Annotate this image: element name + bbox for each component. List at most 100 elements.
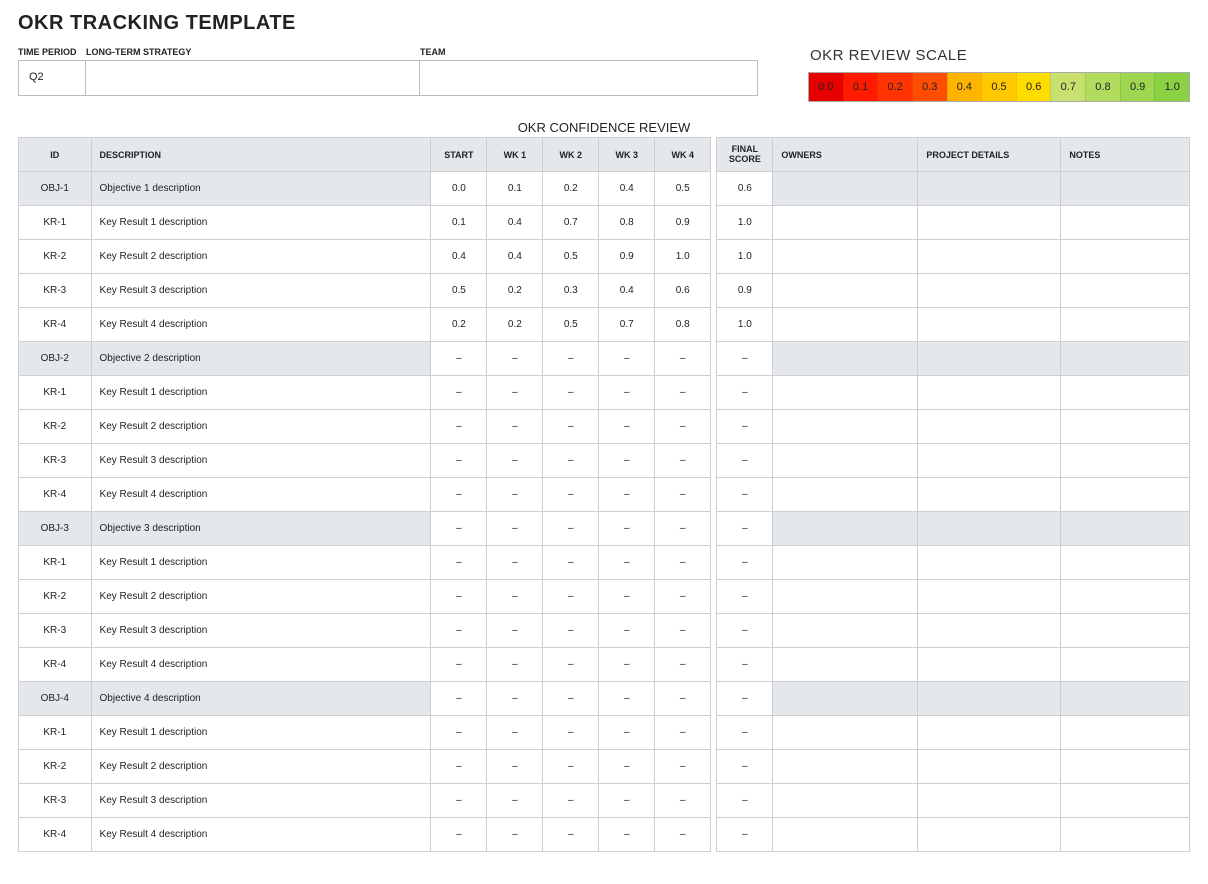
cell-score[interactable]: – [431,648,487,682]
cell-score[interactable]: – [431,784,487,818]
cell-score[interactable]: – [543,342,599,376]
cell-final-score[interactable]: – [717,546,773,580]
cell-id[interactable]: KR-2 [19,410,92,444]
cell-owners[interactable] [773,512,918,546]
cell-notes[interactable] [1061,274,1190,308]
cell-owners[interactable] [773,206,918,240]
cell-score[interactable]: 0.3 [543,274,599,308]
cell-score[interactable]: 0.7 [599,308,655,342]
cell-score[interactable]: – [655,546,711,580]
cell-score[interactable]: – [543,512,599,546]
cell-score[interactable]: – [599,716,655,750]
cell-project[interactable] [918,614,1061,648]
cell-id[interactable]: OBJ-2 [19,342,92,376]
cell-final-score[interactable]: 1.0 [717,308,773,342]
cell-score[interactable]: – [487,614,543,648]
cell-score[interactable]: – [487,478,543,512]
cell-final-score[interactable]: 1.0 [717,206,773,240]
cell-notes[interactable] [1061,410,1190,444]
cell-score[interactable]: – [599,750,655,784]
cell-score[interactable]: – [543,546,599,580]
cell-score[interactable]: – [431,682,487,716]
cell-notes[interactable] [1061,444,1190,478]
cell-score[interactable]: – [599,376,655,410]
cell-project[interactable] [918,750,1061,784]
cell-score[interactable]: 0.7 [543,206,599,240]
cell-project[interactable] [918,376,1061,410]
cell-score[interactable]: – [543,818,599,852]
cell-score[interactable]: – [431,546,487,580]
cell-score[interactable]: – [599,478,655,512]
cell-score[interactable]: – [599,682,655,716]
cell-score[interactable]: – [655,512,711,546]
cell-score[interactable]: 0.1 [431,206,487,240]
cell-score[interactable]: 0.9 [599,240,655,274]
cell-project[interactable] [918,444,1061,478]
cell-score[interactable]: – [543,682,599,716]
cell-id[interactable]: KR-4 [19,478,92,512]
cell-id[interactable]: KR-1 [19,376,92,410]
team-input[interactable] [420,60,758,96]
cell-score[interactable]: – [543,580,599,614]
cell-final-score[interactable]: – [717,376,773,410]
cell-score[interactable]: 0.4 [431,240,487,274]
cell-project[interactable] [918,784,1061,818]
cell-score[interactable]: – [431,410,487,444]
cell-score[interactable]: – [655,614,711,648]
cell-description[interactable]: Key Result 1 description [91,206,431,240]
cell-id[interactable]: KR-2 [19,580,92,614]
cell-score[interactable]: – [487,376,543,410]
cell-notes[interactable] [1061,648,1190,682]
cell-score[interactable]: – [431,376,487,410]
cell-score[interactable]: – [487,716,543,750]
cell-project[interactable] [918,206,1061,240]
cell-project[interactable] [918,512,1061,546]
cell-score[interactable]: – [487,818,543,852]
cell-score[interactable]: – [599,342,655,376]
cell-id[interactable]: KR-2 [19,750,92,784]
cell-score[interactable]: 0.5 [543,308,599,342]
cell-description[interactable]: Key Result 1 description [91,546,431,580]
cell-description[interactable]: Key Result 1 description [91,716,431,750]
cell-final-score[interactable]: 0.9 [717,274,773,308]
cell-owners[interactable] [773,342,918,376]
cell-description[interactable]: Key Result 4 description [91,478,431,512]
cell-score[interactable]: 1.0 [655,240,711,274]
cell-owners[interactable] [773,376,918,410]
cell-owners[interactable] [773,172,918,206]
cell-owners[interactable] [773,784,918,818]
cell-owners[interactable] [773,682,918,716]
cell-id[interactable]: KR-4 [19,818,92,852]
cell-description[interactable]: Objective 1 description [91,172,431,206]
cell-score[interactable]: – [655,784,711,818]
cell-notes[interactable] [1061,308,1190,342]
cell-score[interactable]: 0.8 [655,308,711,342]
cell-id[interactable]: KR-1 [19,546,92,580]
cell-final-score[interactable]: – [717,512,773,546]
cell-score[interactable]: – [599,784,655,818]
cell-notes[interactable] [1061,546,1190,580]
cell-notes[interactable] [1061,716,1190,750]
cell-score[interactable]: – [431,614,487,648]
cell-description[interactable]: Key Result 2 description [91,410,431,444]
cell-description[interactable]: Key Result 2 description [91,580,431,614]
cell-score[interactable]: – [543,614,599,648]
cell-score[interactable]: – [599,512,655,546]
cell-notes[interactable] [1061,784,1190,818]
cell-score[interactable]: – [599,648,655,682]
cell-score[interactable]: – [431,478,487,512]
cell-final-score[interactable]: – [717,750,773,784]
cell-score[interactable]: – [487,784,543,818]
cell-final-score[interactable]: – [717,478,773,512]
cell-score[interactable]: – [655,580,711,614]
cell-description[interactable]: Key Result 2 description [91,750,431,784]
cell-score[interactable]: 0.4 [599,172,655,206]
cell-id[interactable]: OBJ-3 [19,512,92,546]
cell-score[interactable]: – [599,580,655,614]
cell-score[interactable]: 0.5 [543,240,599,274]
cell-description[interactable]: Key Result 2 description [91,240,431,274]
cell-final-score[interactable]: – [717,648,773,682]
cell-final-score[interactable]: 0.6 [717,172,773,206]
cell-id[interactable]: KR-4 [19,648,92,682]
cell-owners[interactable] [773,240,918,274]
